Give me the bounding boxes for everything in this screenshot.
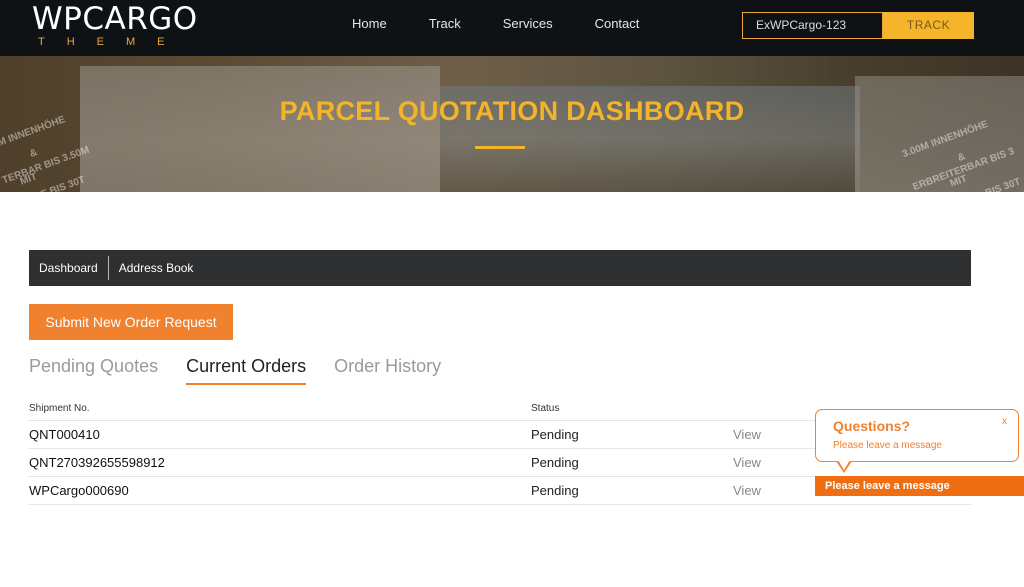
shipment-number: QNT270392655598912 — [29, 455, 165, 470]
logo-text: WPCARGO — [32, 1, 198, 37]
nav-services[interactable]: Services — [503, 16, 553, 31]
subnav-address-book[interactable]: Address Book — [109, 261, 204, 275]
chat-popup[interactable]: Questions? Please leave a message x — [815, 409, 1019, 462]
chat-tail-inner — [838, 460, 850, 470]
logo-subtext: THEME — [38, 36, 187, 48]
track-input[interactable]: ExWPCargo-123 — [742, 12, 883, 39]
tab-pending-quotes[interactable]: Pending Quotes — [29, 356, 158, 385]
view-link[interactable]: View — [733, 483, 761, 498]
tab-order-history[interactable]: Order History — [334, 356, 441, 385]
subnav-dashboard[interactable]: Dashboard — [29, 261, 108, 275]
chat-bar[interactable]: Please leave a message — [815, 476, 1024, 496]
status-text: Pending — [531, 455, 579, 470]
dashboard-subnav: Dashboard Address Book — [29, 250, 971, 286]
status-text: Pending — [531, 483, 579, 498]
header-status: Status — [531, 403, 560, 414]
submit-order-button[interactable]: Submit New Order Request — [29, 304, 233, 340]
view-link[interactable]: View — [733, 427, 761, 442]
header-shipment: Shipment No. — [29, 403, 90, 414]
page-title: PARCEL QUOTATION DASHBOARD — [279, 96, 745, 126]
order-tabs: Pending Quotes Current Orders Order Hist… — [29, 356, 469, 385]
view-link[interactable]: View — [733, 455, 761, 470]
hero-banner: M INNENHÖHE & TERBAR BIS 3.50M MIT E BIS… — [0, 56, 1024, 192]
chat-title: Questions? — [833, 418, 911, 434]
title-underline — [475, 146, 525, 149]
nav-home[interactable]: Home — [352, 16, 387, 31]
shipment-number: WPCargo000690 — [29, 483, 129, 498]
top-navbar: WPCARGO THEME Home Track Services Contac… — [0, 0, 1024, 56]
track-button[interactable]: TRACK — [883, 12, 974, 39]
main-nav: Home Track Services Contact — [352, 16, 681, 31]
chat-subtitle: Please leave a message — [833, 440, 942, 451]
status-text: Pending — [531, 427, 579, 442]
close-icon[interactable]: x — [1002, 416, 1007, 427]
shipment-number: QNT000410 — [29, 427, 100, 442]
tab-current-orders[interactable]: Current Orders — [186, 356, 307, 385]
nav-contact[interactable]: Contact — [595, 16, 640, 31]
logo[interactable]: WPCARGO THEME — [32, 2, 198, 48]
nav-track[interactable]: Track — [429, 16, 461, 31]
